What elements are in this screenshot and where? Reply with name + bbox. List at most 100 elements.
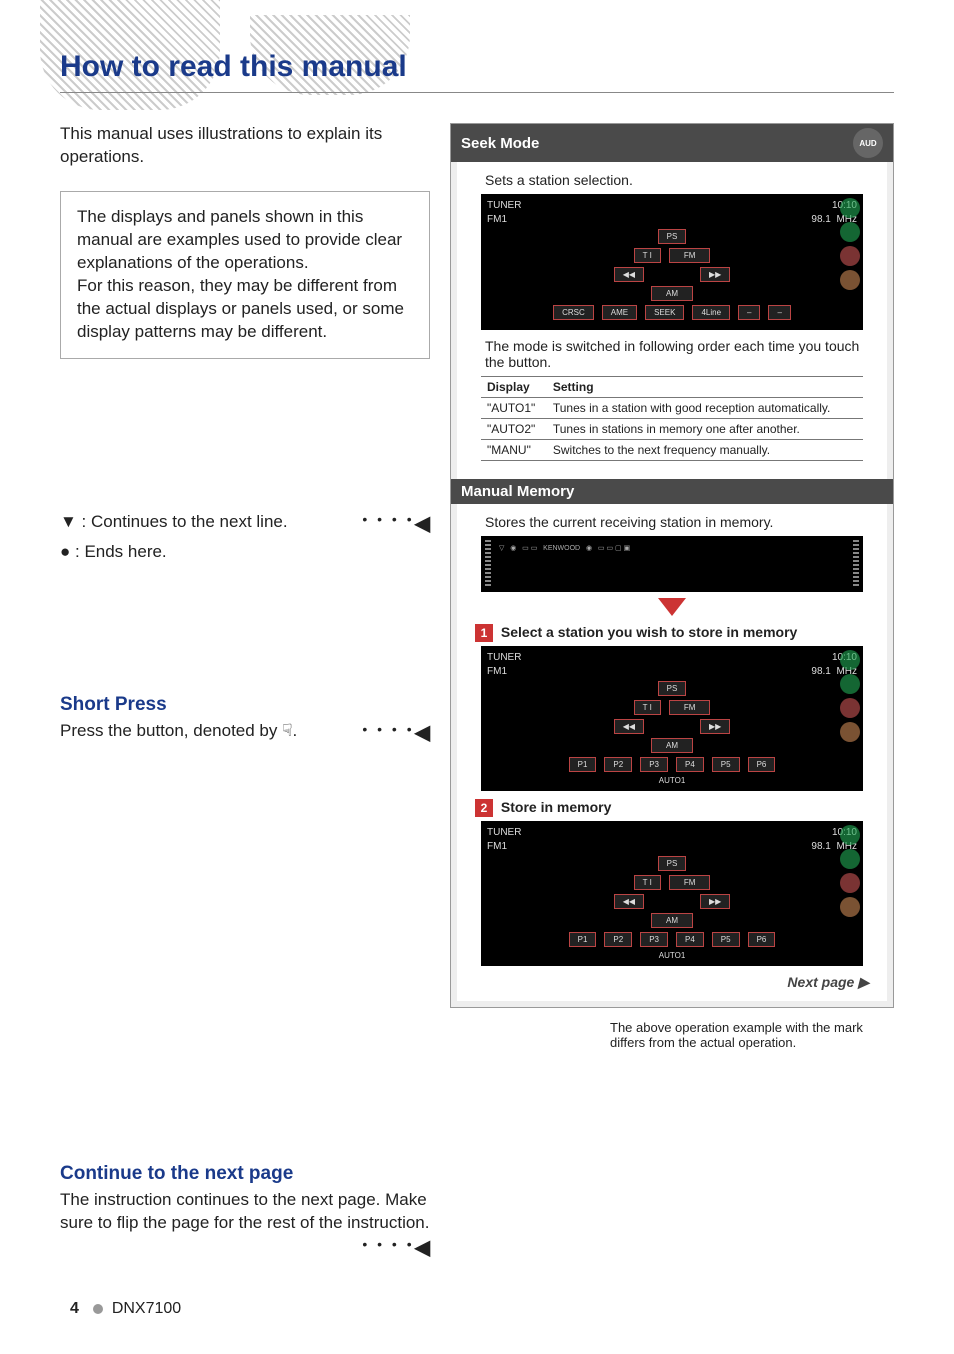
bottom-button[interactable]: AME [602,305,637,320]
bottom-button[interactable]: – [738,305,760,320]
note-text: The displays and panels shown in this ma… [77,207,404,341]
legend-continue-symbol: ▼ : [60,512,91,531]
legend-end-symbol: ● : [60,542,84,561]
step-text: Store in memory [501,799,611,815]
continue-block: Continue to the next page The instructio… [60,1163,430,1235]
tuner-screen-step1: TUNER 10:10 FM1 98.1 MHz PS T I FM ◀◀ [481,646,863,791]
screen-freq: 98.1 [811,214,830,225]
ps-button[interactable]: PS [658,856,687,871]
tuner-screen: TUNER 10:10 FM1 98.1 MHz PS T I FM ◀◀ [481,194,863,330]
table-cell: "AUTO1" [481,398,547,419]
step-1: 1 Select a station you wish to store in … [475,624,881,642]
legend-block: ▼ : Continues to the next line. ◀• • • •… [60,509,430,565]
table-cell: "MANU" [481,440,547,461]
screen-band: FM1 [487,666,507,677]
page-title: How to read this manual [60,50,894,93]
table-cell: Switches to the next frequency manually. [547,440,863,461]
device-strip: ▽ ◉ ▭ ▭ KENWOOD ◉ ▭ ▭ ▢ ▣ [481,536,863,592]
preset-button[interactable]: P1 [569,757,597,772]
bottom-button[interactable]: – [768,305,790,320]
bottom-button[interactable]: CRSC [553,305,594,320]
table-row: "MANU" Switches to the next frequency ma… [481,440,863,461]
fm-button[interactable]: FM [669,248,711,263]
tuner-screen-step2: TUNER 10:10 FM1 98.1 MHz PS T I FM ◀◀ [481,821,863,966]
ps-button[interactable]: PS [658,229,687,244]
step-number: 1 [475,624,493,642]
footer-bullet-icon [93,1304,103,1314]
next-page-link[interactable]: Next page ▶ [463,974,881,991]
preset-button[interactable]: P3 [640,932,668,947]
table-cell: Tunes in stations in memory one after an… [547,419,863,440]
preset-button[interactable]: P6 [748,757,776,772]
screen-title: TUNER [487,200,521,211]
seek-table: Display Setting "AUTO1" Tunes in a stati… [481,376,863,461]
preset-button[interactable]: P6 [748,932,776,947]
ps-button[interactable]: PS [658,681,687,696]
intro-text: This manual uses illustrations to explai… [60,123,430,169]
step-number: 2 [475,799,493,817]
seek-mode-sub: Sets a station selection. [485,172,871,188]
callout-arrow-icon: ◀ [415,509,430,539]
preset-button[interactable]: P2 [604,932,632,947]
short-press-heading: Short Press [60,694,430,716]
next-button[interactable]: ▶▶ [700,719,730,734]
seek-mode-title: Seek Mode [461,135,539,152]
screen-freq: 98.1 [811,666,830,677]
auto-label: AUTO1 [487,776,857,785]
callout-arrow-icon: ◀ [415,720,430,747]
short-press-block: Short Press Press the button, denoted by… [60,694,430,743]
aud-badge-icon: AUD [853,128,883,158]
preset-button[interactable]: P1 [569,932,597,947]
seek-mode-header: Seek Mode AUD [451,124,893,162]
screen-title: TUNER [487,827,521,838]
preset-button[interactable]: P5 [712,757,740,772]
auto-label: AUTO1 [487,951,857,960]
next-button[interactable]: ▶▶ [700,894,730,909]
preset-button[interactable]: P2 [604,757,632,772]
fm-button[interactable]: FM [669,700,711,715]
short-press-body-before: Press the button, denoted by [60,721,282,740]
manual-memory-title: Manual Memory [461,483,574,500]
legend-continue-text: Continues to the next line. [91,512,288,531]
ti-button[interactable]: T I [634,248,661,263]
ti-button[interactable]: T I [634,700,661,715]
am-button[interactable]: AM [651,738,693,753]
step-text: Select a station you wish to store in me… [501,624,797,640]
fm-button[interactable]: FM [669,875,711,890]
am-button[interactable]: AM [651,913,693,928]
preset-button[interactable]: P4 [676,757,704,772]
callout-dots: • • • • [362,720,414,739]
am-button[interactable]: AM [651,286,693,301]
caption-text: The above operation example with the mar… [450,1020,894,1050]
manual-memory-sub: Stores the current receiving station in … [485,514,871,530]
next-button[interactable]: ▶▶ [700,267,730,282]
callout-arrow-icon: ◀ [415,1235,430,1262]
manual-memory-header: Manual Memory [451,479,893,504]
continue-body: The instruction continues to the next pa… [60,1190,429,1232]
bottom-button[interactable]: SEEK [645,305,684,320]
ti-button[interactable]: T I [634,875,661,890]
seek-after-text: The mode is switched in following order … [485,338,871,370]
bottom-button[interactable]: 4Line [692,305,730,320]
preset-button[interactable]: P3 [640,757,668,772]
sample-panel: Seek Mode AUD Sets a station selection. … [450,123,894,1008]
down-arrow-icon [658,598,686,616]
table-row: "AUTO2" Tunes in stations in memory one … [481,419,863,440]
prev-button[interactable]: ◀◀ [614,267,644,282]
model-name: DNX7100 [112,1300,181,1317]
screen-title: TUNER [487,652,521,663]
preset-button[interactable]: P5 [712,932,740,947]
table-header: Setting [547,377,863,398]
prev-button[interactable]: ◀◀ [614,719,644,734]
screen-band: FM1 [487,214,507,225]
callout-dots: • • • • [362,1235,414,1254]
table-row: "AUTO1" Tunes in a station with good rec… [481,398,863,419]
prev-button[interactable]: ◀◀ [614,894,644,909]
screen-band: FM1 [487,841,507,852]
short-press-body-after: . [292,721,297,740]
hand-pointer-icon: ☟ [282,720,292,743]
step-2: 2 Store in memory [475,799,881,817]
callout-dots: • • • • [362,509,414,530]
preset-button[interactable]: P4 [676,932,704,947]
page-footer: 4 DNX7100 [70,1300,181,1318]
